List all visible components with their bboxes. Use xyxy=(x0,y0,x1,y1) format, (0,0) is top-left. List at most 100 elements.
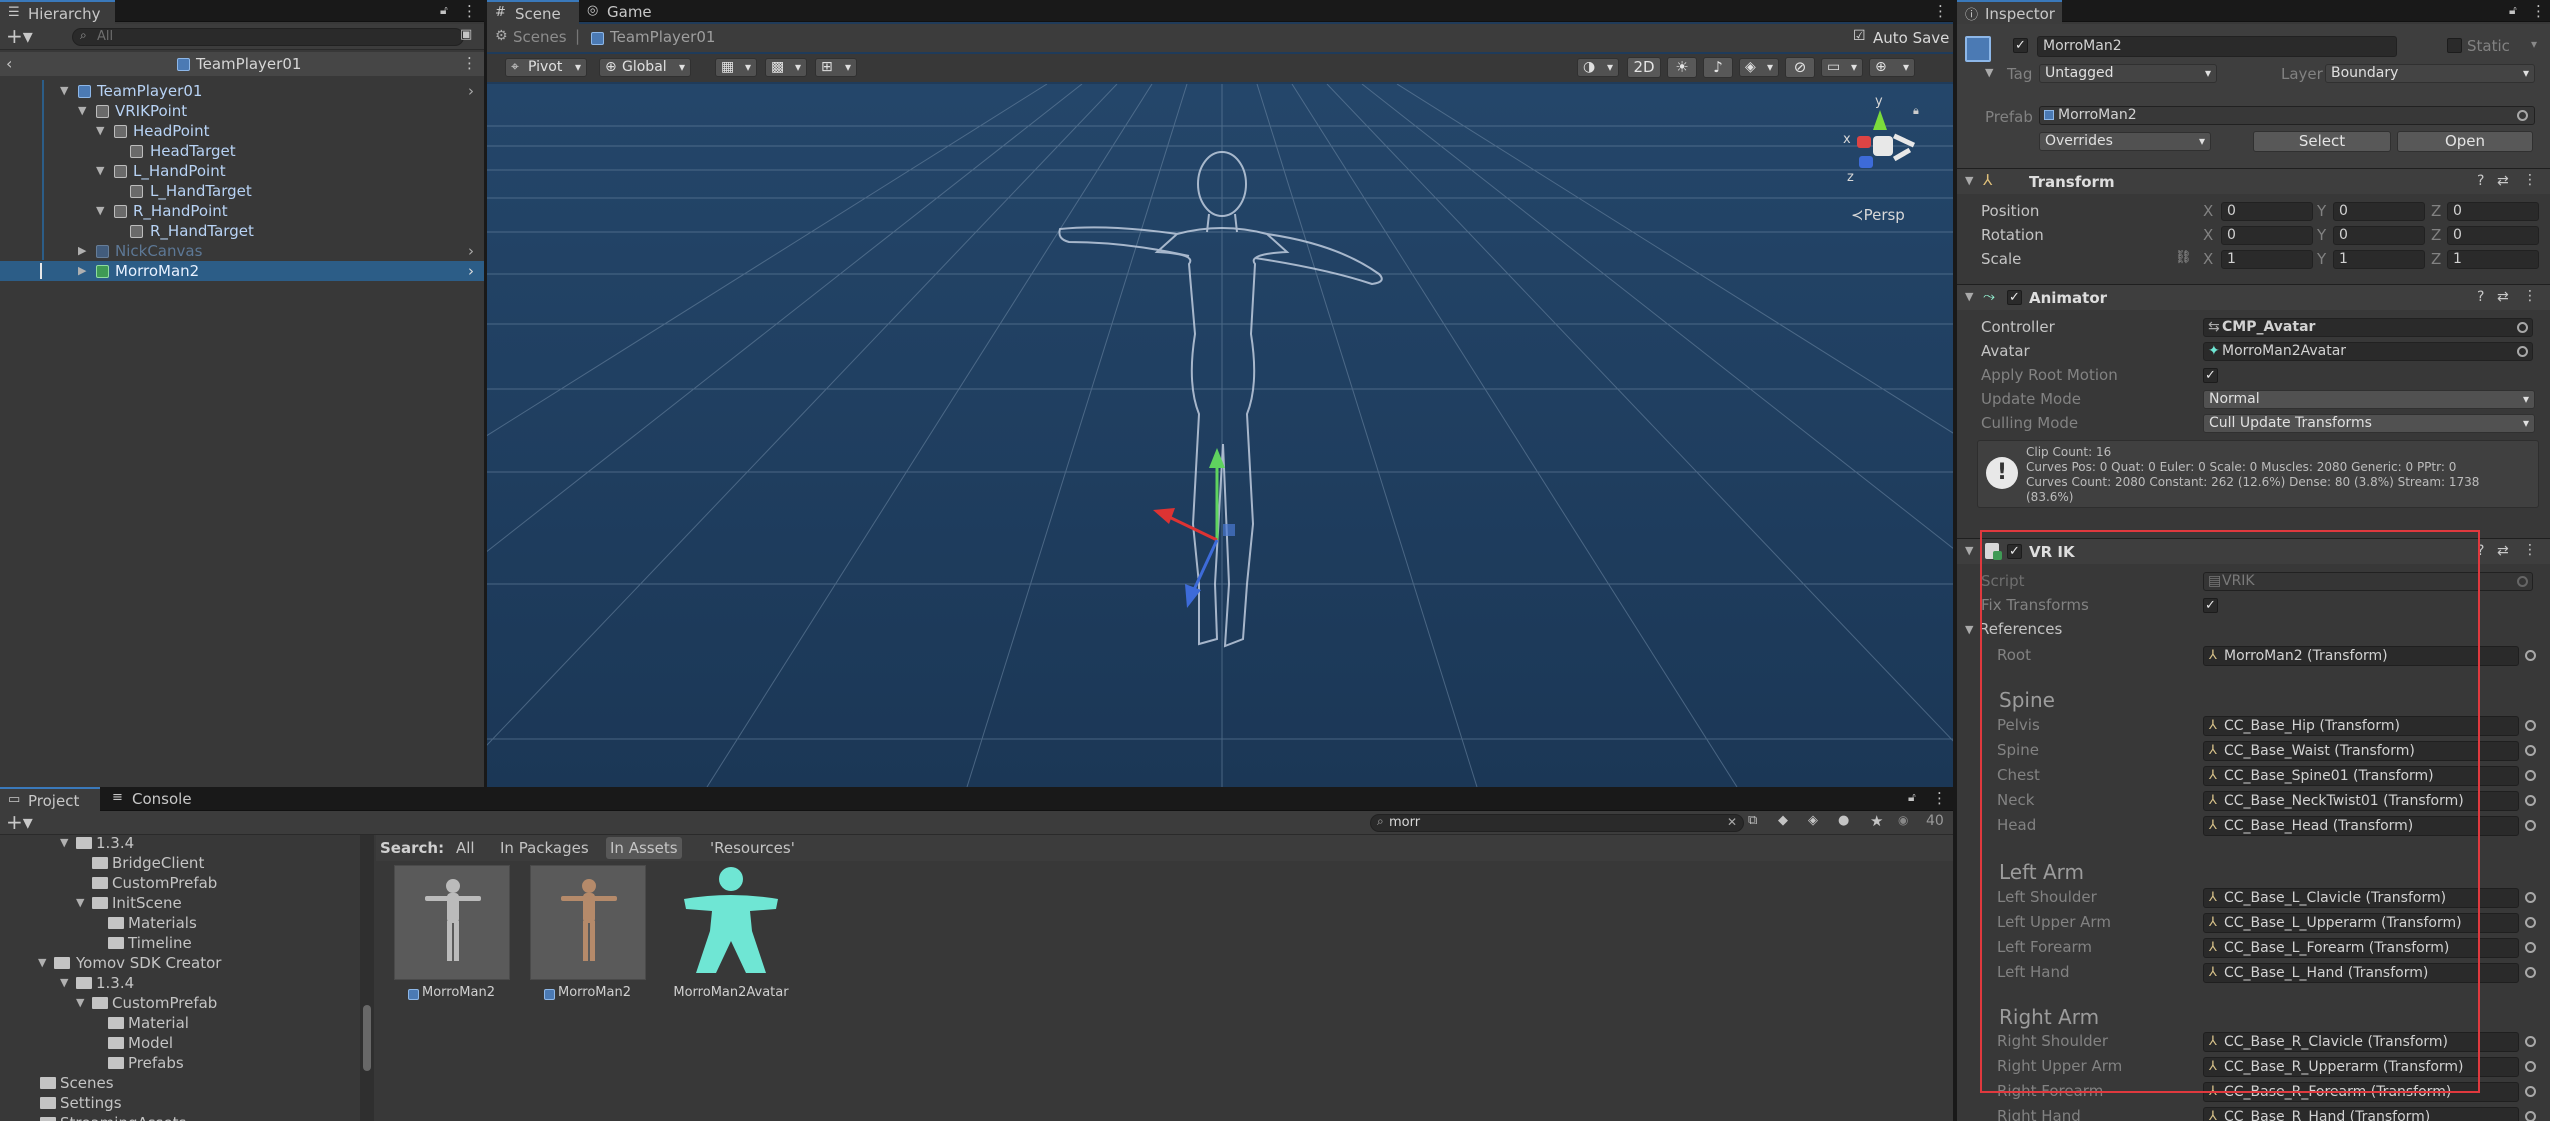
breadcrumb-prefab[interactable]: TeamPlayer01 xyxy=(610,28,715,46)
object-picker-icon[interactable] xyxy=(2525,967,2536,978)
object-picker-icon[interactable] xyxy=(2525,892,2536,903)
expand-arrow-icon[interactable]: ▼ xyxy=(78,101,90,121)
back-arrow-icon[interactable]: ‹ xyxy=(6,54,12,73)
project-search-input[interactable]: ⌕ morr ✕ xyxy=(1370,814,1744,832)
hidden-objects-icon[interactable]: ⊘ xyxy=(1785,57,1815,78)
object-picker-icon[interactable] xyxy=(2525,720,2536,731)
add-button[interactable]: +▾ xyxy=(6,24,33,48)
2d-toggle-button[interactable]: 2D xyxy=(1627,57,1661,78)
scale-y-field[interactable]: 1 xyxy=(2333,250,2425,269)
object-picker-icon[interactable] xyxy=(2525,745,2536,756)
asset-item[interactable]: MorroMan2Avatar xyxy=(666,865,796,1015)
object-picker-icon[interactable] xyxy=(2525,650,2536,661)
expand-arrow-icon[interactable]: ▼ xyxy=(76,893,88,913)
scrollbar-thumb[interactable] xyxy=(363,1005,371,1071)
folder-item[interactable]: Prefabs xyxy=(0,1053,360,1073)
folder-item[interactable]: Model xyxy=(0,1033,360,1053)
tree-item-vrikpoint[interactable]: ▼ VRIKPoint xyxy=(0,101,484,121)
gizmo-center[interactable] xyxy=(1873,136,1893,156)
gizmos-dropdown[interactable]: ⊕ xyxy=(1869,58,1915,77)
rotation-x-field[interactable]: 0 xyxy=(2221,226,2313,245)
audio-toggle-icon[interactable]: ♪ xyxy=(1703,57,1733,78)
pivot-dropdown[interactable]: ⌖ Pivot xyxy=(505,58,587,77)
tree-item-morroman2[interactable]: ▶ MorroMan2 › xyxy=(0,261,484,281)
tree-item-r-handpoint[interactable]: ▼ R_HandPoint xyxy=(0,201,484,221)
project-lock-icon[interactable]: 🔓︎ xyxy=(1908,790,1916,805)
tree-item-teamplayer01[interactable]: ▼ TeamPlayer01 › xyxy=(0,81,484,101)
active-checkbox[interactable]: ✓ xyxy=(2013,38,2028,53)
help-icon[interactable]: ? xyxy=(2477,289,2484,305)
create-button[interactable]: +▾ xyxy=(6,810,33,834)
layer-dropdown[interactable]: Boundary xyxy=(2325,64,2535,83)
open-button[interactable]: Open xyxy=(2397,131,2533,152)
lock-icon[interactable]: 🔓︎ xyxy=(440,3,448,18)
draw-mode-dropdown[interactable]: ◑ xyxy=(1577,58,1619,77)
persp-label[interactable]: ≺Persp xyxy=(1851,206,1905,224)
project-more-icon[interactable]: ⋮ xyxy=(1932,789,1947,807)
right-hand-field[interactable]: CC_Base_R_Hand (Transform) xyxy=(2203,1107,2519,1121)
expand-arrow-icon[interactable]: ▼ xyxy=(60,81,72,101)
panel-divider[interactable] xyxy=(1953,0,1957,1121)
object-picker-icon[interactable] xyxy=(2517,346,2528,357)
filter-resources[interactable]: 'Resources' xyxy=(710,839,795,857)
foldout-arrow-icon[interactable]: ▼ xyxy=(1965,290,1973,303)
chevron-right-icon[interactable]: › xyxy=(468,261,474,281)
component-menu-icon[interactable]: ⋮ xyxy=(2523,542,2537,558)
update-mode-dropdown[interactable]: Normal xyxy=(2203,390,2535,409)
expand-arrow-icon[interactable]: ▶ xyxy=(78,241,90,261)
tree-item-headpoint[interactable]: ▼ HeadPoint xyxy=(0,121,484,141)
chevron-right-icon[interactable]: › xyxy=(468,241,474,261)
gizmo-cone-x[interactable] xyxy=(1857,136,1871,148)
tree-item-r-handtarget[interactable]: R_HandTarget xyxy=(0,221,484,241)
tab-console[interactable]: ≡ Console xyxy=(104,787,214,811)
select-button[interactable]: Select xyxy=(2253,131,2391,152)
hierarchy-search-input[interactable]: ⌕ All xyxy=(72,28,464,46)
panel-divider[interactable] xyxy=(484,0,487,787)
header-collapse-arrow[interactable]: ▼ xyxy=(1985,66,1993,79)
preset-icon[interactable]: ⇄ xyxy=(2497,173,2509,189)
tab-scene[interactable]: # Scene xyxy=(487,0,579,24)
chevron-right-icon[interactable]: › xyxy=(468,81,474,101)
object-picker-icon[interactable] xyxy=(2525,820,2536,831)
gizmo-lock-icon[interactable]: 🔒︎ xyxy=(1913,104,1919,118)
references-foldout-icon[interactable]: ▼ xyxy=(1965,623,1973,636)
camera-dropdown[interactable]: ▭ xyxy=(1821,58,1863,77)
filter-all[interactable]: All xyxy=(456,839,475,857)
object-picker-icon[interactable] xyxy=(2525,1036,2536,1047)
expand-arrow-icon[interactable]: ▼ xyxy=(96,161,108,181)
folder-item[interactable]: Materials xyxy=(0,913,360,933)
folder-item[interactable]: ▼ Yomov SDK Creator xyxy=(0,953,360,973)
folder-item[interactable]: Material xyxy=(0,1013,360,1033)
tree-item-nickcanvas[interactable]: ▶ NickCanvas › xyxy=(0,241,484,261)
scene-filter-icon[interactable]: ▣ xyxy=(460,27,472,42)
asset-item[interactable]: MorroMan2 xyxy=(394,865,514,1015)
search-by-type-icon[interactable]: ⧉ xyxy=(1748,813,1757,828)
position-z-field[interactable]: 0 xyxy=(2447,202,2539,221)
clear-search-icon[interactable]: ✕ xyxy=(1727,815,1737,829)
object-picker-icon[interactable] xyxy=(2525,795,2536,806)
inspector-more-icon[interactable]: ⋮ xyxy=(2531,2,2546,20)
avatar-field[interactable]: ✦ MorroMan2Avatar xyxy=(2203,342,2533,361)
tab-hierarchy[interactable]: ☰ Hierarchy xyxy=(0,0,115,24)
scene-header-row[interactable]: ‹ TeamPlayer01 ⋮ xyxy=(0,52,484,76)
object-picker-icon[interactable] xyxy=(2525,770,2536,781)
auto-save-checkbox[interactable]: ☑ xyxy=(1853,28,1866,44)
rotation-z-field[interactable]: 0 xyxy=(2447,226,2539,245)
expand-arrow-icon[interactable]: ▶ xyxy=(78,261,90,281)
tree-item-l-handpoint[interactable]: ▼ L_HandPoint xyxy=(0,161,484,181)
folder-item[interactable]: ▼ InitScene xyxy=(0,893,360,913)
tag-icon[interactable]: ◈ xyxy=(1808,813,1818,828)
preset-icon[interactable]: ⇄ xyxy=(2497,543,2509,559)
effects-dropdown[interactable]: ◈ xyxy=(1739,58,1779,77)
folder-item[interactable]: Settings xyxy=(0,1093,360,1113)
constrain-proportions-icon[interactable]: ⛓ xyxy=(2175,250,2192,265)
prefab-asset-field[interactable]: MorroMan2 xyxy=(2039,106,2535,125)
folder-item[interactable]: ▼ 1.3.4 xyxy=(0,973,360,993)
grid-snap-dropdown[interactable]: ▦ xyxy=(715,58,757,77)
tab-project[interactable]: ▭ Project xyxy=(0,787,100,811)
grid-visibility-dropdown[interactable]: ▩ xyxy=(765,58,807,77)
scene-viewport[interactable] xyxy=(487,84,1953,787)
animator-header[interactable]: ▼ ⤳ ✓ Animator ? ⇄ ⋮ xyxy=(1957,284,2550,310)
tab-game[interactable]: ◎ Game xyxy=(579,0,669,24)
scene-more-icon[interactable]: ⋮ xyxy=(462,54,477,72)
